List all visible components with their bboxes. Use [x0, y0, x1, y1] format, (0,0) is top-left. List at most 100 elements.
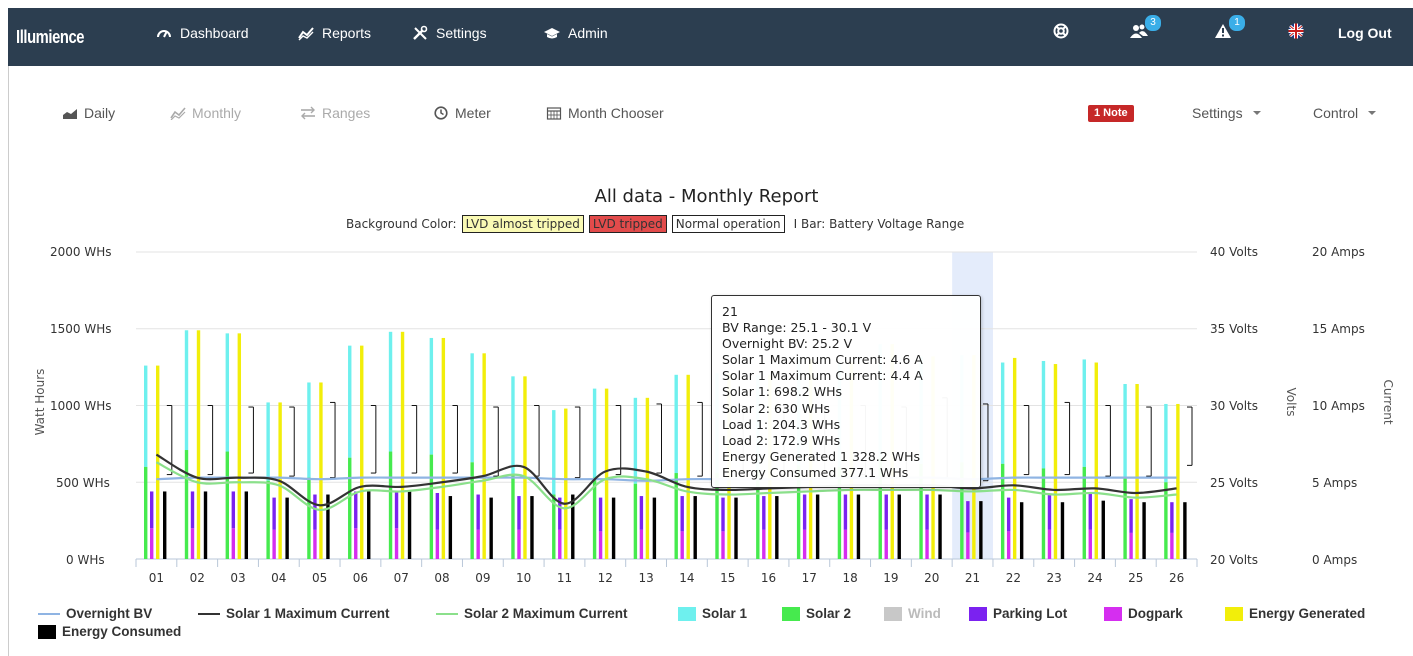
- bar-energy-generated: [400, 331, 405, 559]
- legend-item-wind[interactable]: Wind: [884, 606, 941, 621]
- bar-energy-generated: [441, 337, 446, 559]
- bar-energy-generated: [564, 408, 568, 559]
- x-tick-label: 12: [598, 571, 613, 585]
- bar-dogpark: [476, 529, 480, 559]
- x-tick-label: 08: [434, 571, 449, 585]
- bar-parking-lot: [394, 491, 399, 529]
- legend-swatch: [969, 606, 987, 621]
- bar-energy-generated: [1135, 384, 1139, 559]
- legend-item-solar2-max-current[interactable]: Solar 2 Maximum Current: [436, 606, 628, 621]
- x-tick-label: 15: [720, 571, 735, 585]
- bar-solar-1: [552, 410, 556, 495]
- bar-energy-consumed: [1019, 502, 1024, 559]
- bar-solar-2: [429, 454, 434, 559]
- x-tick-label: 19: [883, 571, 898, 585]
- bar-energy-consumed: [734, 497, 738, 559]
- bar-parking-lot: [802, 494, 807, 530]
- tooltip-line: Solar 1 Maximum Current: 4.6 A: [722, 352, 923, 368]
- tooltip-line: Solar 1 Maximum Current: 4.4 A: [722, 368, 923, 384]
- bar-solar-2: [388, 451, 393, 559]
- bar-dogpark: [721, 531, 725, 559]
- bar-solar-1: [184, 330, 189, 451]
- bar-parking-lot: [1129, 499, 1133, 533]
- bar-energy-consumed: [163, 491, 167, 559]
- legend-item-energy-generated[interactable]: Energy Generated: [1225, 606, 1365, 621]
- bar-dogpark: [1129, 532, 1133, 559]
- bar-dogpark: [558, 529, 562, 559]
- bar-parking-lot: [1006, 497, 1011, 532]
- legend-swatch: [38, 612, 60, 615]
- x-tick-label: 24: [1087, 571, 1102, 585]
- bar-energy-consumed: [938, 494, 942, 559]
- bar-energy-generated: [686, 374, 690, 559]
- bar-solar-1: [388, 331, 393, 452]
- bar-dogpark: [598, 531, 603, 559]
- bar-energy-consumed: [1183, 502, 1187, 559]
- bar-solar-2: [1164, 482, 1168, 559]
- x-tick-label: 02: [190, 571, 205, 585]
- tooltip-line: Energy Generated 1 328.2 WHs: [722, 448, 920, 464]
- bar-dogpark: [1088, 529, 1092, 559]
- bar-solar-2: [266, 480, 270, 559]
- bar-solar-2: [633, 483, 638, 559]
- bar-energy-generated: [482, 353, 486, 559]
- monthly-report-chart[interactable]: 01 02 03 04 05 06 07 08 09 10 11 12 13 14 15 16 17 18 19 20…: [0, 0, 1413, 656]
- bar-energy-generated: [1053, 364, 1058, 559]
- bar-parking-lot: [884, 494, 888, 530]
- bar-solar-1: [592, 388, 597, 478]
- bar-energy-consumed: [203, 491, 208, 559]
- bar-parking-lot: [680, 496, 684, 532]
- bar-energy-consumed: [815, 494, 820, 559]
- bar-parking-lot: [843, 494, 848, 530]
- bar-solar-1: [225, 333, 230, 452]
- bar-dogpark: [517, 529, 521, 559]
- bar-parking-lot: [435, 492, 440, 530]
- bar-dogpark: [843, 529, 848, 559]
- bar-energy-consumed: [489, 497, 493, 559]
- legend-item-dogpark[interactable]: Dogpark: [1104, 606, 1183, 621]
- x-tick-label: 01: [149, 571, 164, 585]
- legend-label: Solar 2: [806, 606, 852, 621]
- bar-solar-2: [1123, 477, 1127, 559]
- x-tick-label: 10: [516, 571, 531, 585]
- bar-energy-generated: [604, 388, 609, 559]
- tooltip-line: Load 2: 172.9 WHs: [722, 432, 841, 448]
- legend-item-solar1-max-current[interactable]: Solar 1 Maximum Current: [198, 606, 390, 621]
- bar-energy-consumed: [775, 496, 779, 559]
- bar-energy-generated: [319, 382, 323, 559]
- bar-dogpark: [1006, 531, 1011, 559]
- bar-solar-1: [1000, 362, 1005, 464]
- bar-parking-lot: [1047, 494, 1052, 530]
- bar-energy-consumed: [448, 496, 453, 559]
- bar-energy-generated: [1012, 357, 1017, 559]
- bar-parking-lot: [1170, 502, 1174, 533]
- bar-solar-1: [1041, 360, 1046, 469]
- tooltip-line: 21: [722, 304, 738, 319]
- legend-item-overnight-bv[interactable]: Overnight BV: [38, 606, 152, 621]
- x-tick-label: 04: [271, 571, 286, 585]
- legend-item-energy-consumed[interactable]: Energy Consumed: [38, 624, 181, 639]
- bar-energy-generated: [360, 345, 364, 559]
- legend-item-solar2[interactable]: Solar 2: [782, 606, 851, 621]
- bar-solar-1: [429, 337, 434, 455]
- bar-parking-lot: [190, 491, 195, 529]
- legend-item-solar1[interactable]: Solar 1: [678, 606, 747, 621]
- bar-energy-consumed: [407, 491, 412, 559]
- bar-energy-consumed: [530, 496, 534, 559]
- bar-dogpark: [150, 528, 154, 559]
- chart-tooltip: 21 BV Range: 25.1 - 30.1 V Overnight BV:…: [711, 295, 981, 489]
- bar-dogpark: [313, 529, 317, 559]
- x-tick-label: 17: [802, 571, 817, 585]
- legend-label: Solar 2 Maximum Current: [464, 606, 628, 621]
- bar-solar-1: [144, 365, 148, 467]
- bar-parking-lot: [925, 494, 929, 530]
- legend-item-parking-lot[interactable]: Parking Lot: [969, 606, 1067, 621]
- bar-energy-consumed: [652, 497, 657, 559]
- bar-parking-lot: [721, 497, 725, 532]
- bar-parking-lot: [598, 497, 603, 532]
- bar-energy-consumed: [1142, 502, 1146, 559]
- bar-energy-generated: [1094, 362, 1098, 559]
- bar-solar-2: [184, 450, 189, 559]
- legend-label: Parking Lot: [993, 606, 1068, 621]
- bar-dogpark: [272, 529, 276, 559]
